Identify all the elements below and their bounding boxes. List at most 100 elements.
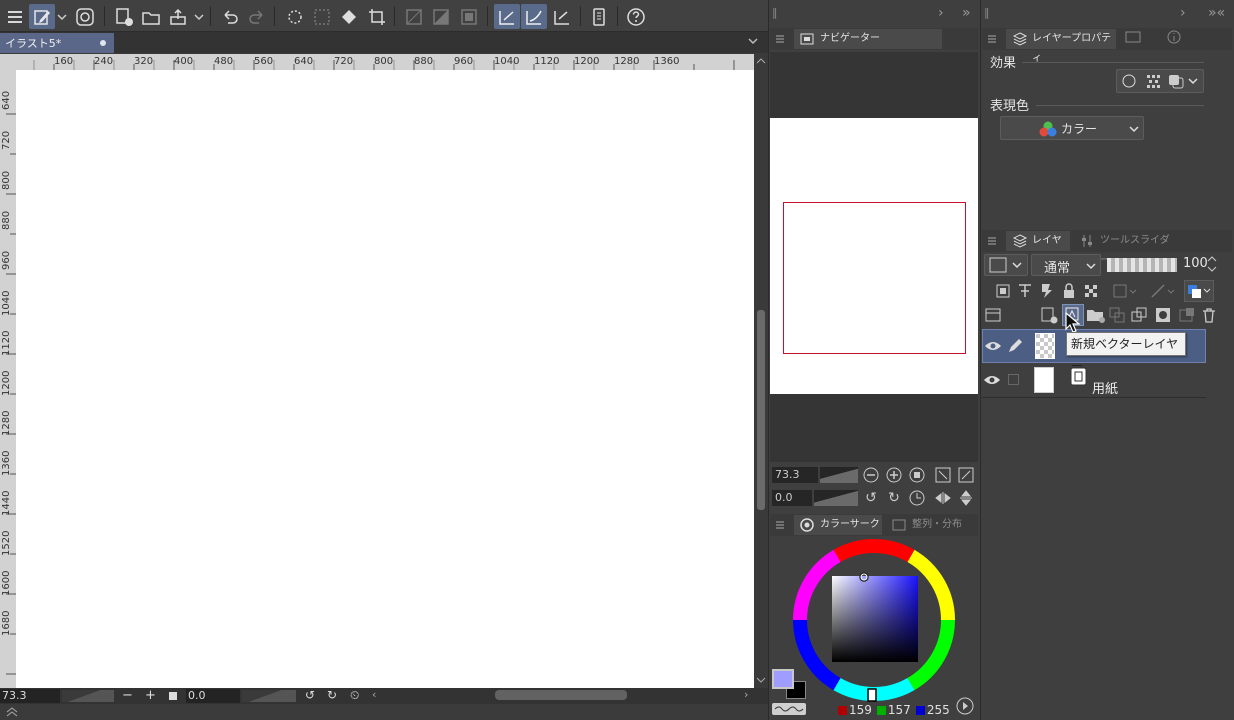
rotate-left-icon[interactable]: ↺ bbox=[305, 688, 315, 702]
rotate-left-icon[interactable]: ↺ bbox=[862, 489, 880, 507]
actual-size-icon[interactable] bbox=[908, 466, 926, 484]
help-icon[interactable] bbox=[623, 4, 649, 29]
close-tab-icon[interactable] bbox=[100, 40, 106, 46]
double-chevron-icon[interactable]: »« bbox=[1208, 5, 1225, 21]
fill-selection-icon[interactable] bbox=[428, 4, 454, 29]
eye-icon[interactable] bbox=[983, 373, 1001, 387]
vertical-scroll-thumb[interactable] bbox=[757, 310, 765, 510]
apply-mask-icon[interactable] bbox=[1178, 306, 1196, 324]
pen-tool-icon[interactable] bbox=[29, 4, 55, 29]
rotation-field[interactable]: 0.0 bbox=[186, 689, 240, 703]
redo-icon[interactable] bbox=[244, 4, 270, 29]
smartphone-icon[interactable] bbox=[586, 4, 612, 29]
new-raster-layer-icon[interactable] bbox=[1040, 306, 1058, 324]
zoom-slider[interactable] bbox=[62, 690, 114, 702]
tab-navigator[interactable]: ナビゲーター bbox=[794, 29, 942, 49]
undo-icon[interactable] bbox=[217, 4, 243, 29]
mask-dropdown-icon[interactable] bbox=[1112, 282, 1138, 300]
tab-layer-search[interactable] bbox=[1120, 29, 1154, 49]
zoom-in-icon[interactable] bbox=[885, 466, 903, 484]
chevron-down-icon[interactable] bbox=[56, 4, 68, 29]
opacity-slider[interactable] bbox=[1107, 258, 1177, 272]
layer-row-paper[interactable]: 用紙 bbox=[982, 364, 1206, 398]
horizontal-scroll-thumb[interactable] bbox=[495, 690, 627, 700]
open-folder-icon[interactable] bbox=[138, 4, 164, 29]
fit-navigator-icon[interactable] bbox=[957, 466, 975, 484]
reset-rotation-icon[interactable]: ⏲ bbox=[350, 688, 359, 703]
zoom-in-icon[interactable]: + bbox=[145, 688, 156, 703]
expression-color-dropdown[interactable]: カラー bbox=[1000, 116, 1144, 140]
rotation-slider[interactable] bbox=[242, 690, 296, 702]
chevron-right-icon[interactable]: › bbox=[938, 5, 944, 21]
menu-icon[interactable] bbox=[2, 4, 28, 29]
tab-layer-property[interactable]: レイヤープロパティ bbox=[1006, 29, 1116, 64]
navigator-zoom-slider[interactable] bbox=[820, 467, 858, 483]
reference-layer-icon[interactable] bbox=[1016, 282, 1034, 300]
tab-align[interactable]: 整列・分布 bbox=[886, 515, 972, 535]
color-circle-mode-icon[interactable] bbox=[956, 697, 974, 715]
lock-transparency-icon[interactable] bbox=[1082, 282, 1100, 300]
effect-dropdown[interactable] bbox=[1116, 69, 1204, 93]
zoom-out-icon[interactable] bbox=[862, 466, 880, 484]
scroll-right-icon[interactable]: › bbox=[744, 688, 748, 701]
layer-color-dropdown[interactable] bbox=[984, 254, 1028, 276]
layer-name[interactable]: 用紙 bbox=[1092, 378, 1118, 397]
flip-vertical-icon[interactable] bbox=[957, 489, 975, 507]
tab-color-circle[interactable]: カラーサークル bbox=[794, 515, 882, 550]
ruler-dropdown-icon[interactable] bbox=[1150, 282, 1176, 300]
edit-lock-checkbox[interactable] bbox=[1008, 374, 1019, 385]
spiral-icon[interactable] bbox=[72, 4, 98, 29]
zoom-field[interactable]: 73.3 bbox=[0, 689, 60, 703]
blend-mode-dropdown[interactable]: 通常 bbox=[1031, 254, 1101, 276]
transparent-color-icon[interactable] bbox=[772, 703, 806, 715]
new-folder-icon[interactable] bbox=[1086, 306, 1106, 324]
transfer-to-lower-layer-icon[interactable] bbox=[1108, 306, 1126, 324]
tab-layer[interactable]: レイヤー bbox=[1006, 231, 1070, 266]
scroll-left-icon[interactable]: ‹ bbox=[372, 688, 376, 701]
layer-thumbnail-toggle-icon[interactable] bbox=[984, 306, 1002, 324]
navigator-view-frame[interactable] bbox=[783, 202, 966, 354]
lock-icon[interactable] bbox=[1060, 282, 1078, 300]
layer-color-icon[interactable] bbox=[1184, 280, 1214, 302]
tab-tool-slider[interactable]: ツールスライダー bbox=[1074, 231, 1170, 266]
hide-outside-selection-icon[interactable] bbox=[401, 4, 427, 29]
select-frame-icon[interactable] bbox=[456, 4, 482, 29]
document-tab[interactable]: イラスト5* bbox=[0, 33, 114, 53]
pen-edit-icon[interactable] bbox=[1007, 338, 1023, 354]
new-canvas-icon[interactable] bbox=[111, 4, 137, 29]
opacity-stepper-icon[interactable] bbox=[1207, 255, 1217, 273]
combine-layer-icon[interactable] bbox=[1130, 306, 1148, 324]
draft-layer-icon[interactable] bbox=[1038, 282, 1056, 300]
drawing-canvas[interactable] bbox=[16, 70, 754, 688]
snap-special-ruler-icon[interactable] bbox=[521, 4, 547, 29]
delete-layer-icon[interactable] bbox=[1200, 306, 1218, 324]
grip-icon[interactable]: ‖ bbox=[984, 6, 990, 19]
opacity-value[interactable]: 100 bbox=[1183, 256, 1208, 271]
create-mask-icon[interactable] bbox=[1154, 306, 1172, 324]
reset-rotation-icon[interactable] bbox=[908, 489, 926, 507]
rotate-right-icon[interactable]: ↻ bbox=[327, 688, 337, 702]
fill-icon[interactable] bbox=[336, 4, 362, 29]
double-chevron-right-icon[interactable]: » bbox=[962, 5, 971, 21]
chevron-down-icon[interactable] bbox=[748, 36, 758, 46]
clip-icon[interactable] bbox=[994, 282, 1012, 300]
clear-selection-icon[interactable] bbox=[309, 4, 335, 29]
transform-icon[interactable] bbox=[364, 4, 390, 29]
tab-info[interactable] bbox=[1158, 29, 1192, 49]
navigator-rotation-field[interactable]: 0.0 bbox=[772, 490, 812, 506]
hue-handle[interactable] bbox=[867, 688, 877, 702]
clear-icon[interactable] bbox=[282, 4, 308, 29]
eye-icon[interactable] bbox=[984, 339, 1002, 353]
grip-icon[interactable]: ‖ bbox=[772, 6, 778, 19]
snap-ruler-icon[interactable] bbox=[494, 4, 520, 29]
main-color-swatch-front[interactable] bbox=[772, 669, 794, 689]
chevron-down-icon[interactable] bbox=[193, 4, 205, 29]
fit-icon[interactable] bbox=[169, 692, 177, 700]
fit-window-icon[interactable] bbox=[934, 466, 952, 484]
navigator-rotation-slider[interactable] bbox=[814, 490, 858, 506]
chevron-right-icon[interactable]: › bbox=[1180, 5, 1186, 21]
snap-grid-icon[interactable] bbox=[549, 4, 575, 29]
export-icon[interactable] bbox=[165, 4, 191, 29]
rotate-right-icon[interactable]: ↻ bbox=[885, 489, 903, 507]
navigator-zoom-field[interactable]: 73.3 bbox=[772, 467, 818, 483]
